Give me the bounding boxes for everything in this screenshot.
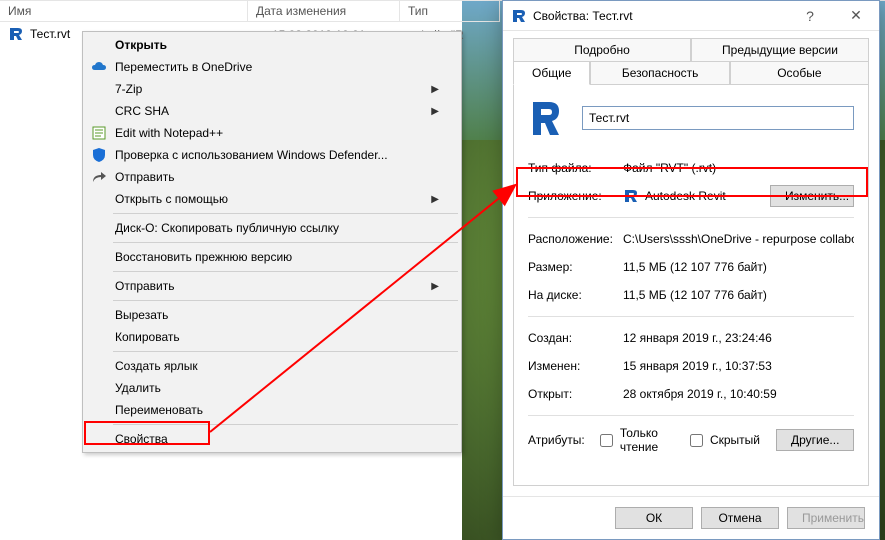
hidden-checkbox[interactable]: Скрытый — [686, 431, 760, 450]
hidden-checkbox-input[interactable] — [690, 434, 703, 447]
tab-general[interactable]: Общие — [513, 61, 590, 85]
value-created: 12 января 2019 г., 23:24:46 — [623, 331, 854, 345]
notepad-icon — [91, 125, 107, 141]
tab-security[interactable]: Безопасность — [590, 61, 729, 85]
menu-open[interactable]: Открыть — [85, 34, 459, 56]
shield-icon — [91, 147, 107, 163]
label-app: Приложение: — [528, 189, 623, 203]
menu-crc-sha[interactable]: CRC SHA▶ — [85, 100, 459, 122]
share-icon — [91, 169, 107, 185]
tab-body: Тип файла:Файл "RVT" (.rvt) Приложение: … — [513, 84, 869, 486]
tab-details[interactable]: Подробно — [513, 38, 691, 61]
close-button[interactable]: ✕ — [833, 1, 879, 31]
readonly-checkbox[interactable]: Только чтение — [596, 426, 670, 454]
menu-open-with[interactable]: Открыть с помощью▶ — [85, 188, 459, 210]
file-name: Тест.rvt — [30, 27, 70, 41]
readonly-checkbox-input[interactable] — [600, 434, 613, 447]
other-attributes-button[interactable]: Другие... — [776, 429, 854, 451]
menu-rename[interactable]: Переименовать — [85, 399, 459, 421]
menu-properties[interactable]: Свойства — [85, 428, 459, 450]
menu-separator — [113, 351, 458, 352]
value-filetype: Файл "RVT" (.rvt) — [623, 161, 854, 175]
menu-disk-o[interactable]: Диск-О: Скопировать публичную ссылку — [85, 217, 459, 239]
value-opened: 28 октября 2019 г., 10:40:59 — [623, 387, 854, 401]
column-header-type[interactable]: Тип — [400, 1, 500, 22]
filename-input[interactable] — [582, 106, 854, 130]
menu-7zip[interactable]: 7-Zip▶ — [85, 78, 459, 100]
revit-app-icon — [511, 8, 527, 24]
column-header-name[interactable]: Имя — [0, 1, 248, 22]
help-button[interactable]: ? — [787, 1, 833, 31]
ok-button[interactable]: ОК — [615, 507, 693, 529]
divider — [528, 217, 854, 218]
dialog-title-bar[interactable]: Свойства: Тест.rvt ? ✕ — [503, 1, 879, 31]
menu-separator — [113, 271, 458, 272]
value-size: 11,5 МБ (12 107 776 байт) — [623, 260, 854, 274]
value-app: Autodesk Revit — [645, 189, 726, 203]
revit-app-icon — [623, 188, 639, 204]
menu-defender[interactable]: Проверка с использованием Windows Defend… — [85, 144, 459, 166]
label-location: Расположение: — [528, 232, 623, 246]
label-filetype: Тип файла: — [528, 161, 623, 175]
label-created: Создан: — [528, 331, 623, 345]
submenu-arrow-icon: ▶ — [431, 84, 439, 95]
label-attributes: Атрибуты: — [528, 433, 596, 447]
submenu-arrow-icon: ▶ — [431, 281, 439, 292]
label-modified: Изменен: — [528, 359, 623, 373]
change-app-button[interactable]: Изменить... — [770, 185, 854, 207]
properties-dialog: Свойства: Тест.rvt ? ✕ Подробно Предыдущ… — [502, 0, 880, 540]
menu-copy[interactable]: Копировать — [85, 326, 459, 348]
label-ondisk: На диске: — [528, 288, 623, 302]
divider — [528, 415, 854, 416]
tabs-row-1: Подробно Предыдущие версии — [503, 31, 879, 60]
menu-separator — [113, 213, 458, 214]
revit-file-icon — [8, 26, 24, 42]
apply-button[interactable]: Применить — [787, 507, 865, 529]
file-row[interactable]: Тест.rvt — [8, 26, 70, 42]
context-menu: Открыть Переместить в OneDrive 7-Zip▶ CR… — [82, 31, 462, 453]
menu-send[interactable]: Отправить — [85, 166, 459, 188]
divider — [528, 316, 854, 317]
menu-delete[interactable]: Удалить — [85, 377, 459, 399]
menu-separator — [113, 424, 458, 425]
submenu-arrow-icon: ▶ — [431, 194, 439, 205]
value-ondisk: 11,5 МБ (12 107 776 байт) — [623, 288, 854, 302]
revit-big-icon — [528, 97, 564, 139]
menu-cut[interactable]: Вырезать — [85, 304, 459, 326]
menu-move-onedrive[interactable]: Переместить в OneDrive — [85, 56, 459, 78]
tab-special[interactable]: Особые — [730, 61, 869, 85]
cancel-button[interactable]: Отмена — [701, 507, 779, 529]
label-opened: Открыт: — [528, 387, 623, 401]
menu-send2[interactable]: Отправить▶ — [85, 275, 459, 297]
menu-separator — [113, 300, 458, 301]
value-location: C:\Users\sssh\OneDrive - repurpose colla… — [623, 232, 854, 246]
label-size: Размер: — [528, 260, 623, 274]
tab-previous[interactable]: Предыдущие версии — [691, 38, 869, 61]
menu-edit-notepad[interactable]: Edit with Notepad++ — [85, 122, 459, 144]
submenu-arrow-icon: ▶ — [431, 106, 439, 117]
menu-separator — [113, 242, 458, 243]
menu-restore[interactable]: Восстановить прежнюю версию — [85, 246, 459, 268]
tabs-row-2: Общие Безопасность Особые — [503, 60, 879, 84]
column-header-date[interactable]: Дата изменения — [248, 1, 400, 22]
dialog-button-bar: ОК Отмена Применить — [503, 496, 879, 539]
menu-shortcut[interactable]: Создать ярлык — [85, 355, 459, 377]
onedrive-icon — [91, 59, 107, 75]
dialog-title: Свойства: Тест.rvt — [533, 9, 633, 23]
value-modified: 15 января 2019 г., 10:37:53 — [623, 359, 854, 373]
